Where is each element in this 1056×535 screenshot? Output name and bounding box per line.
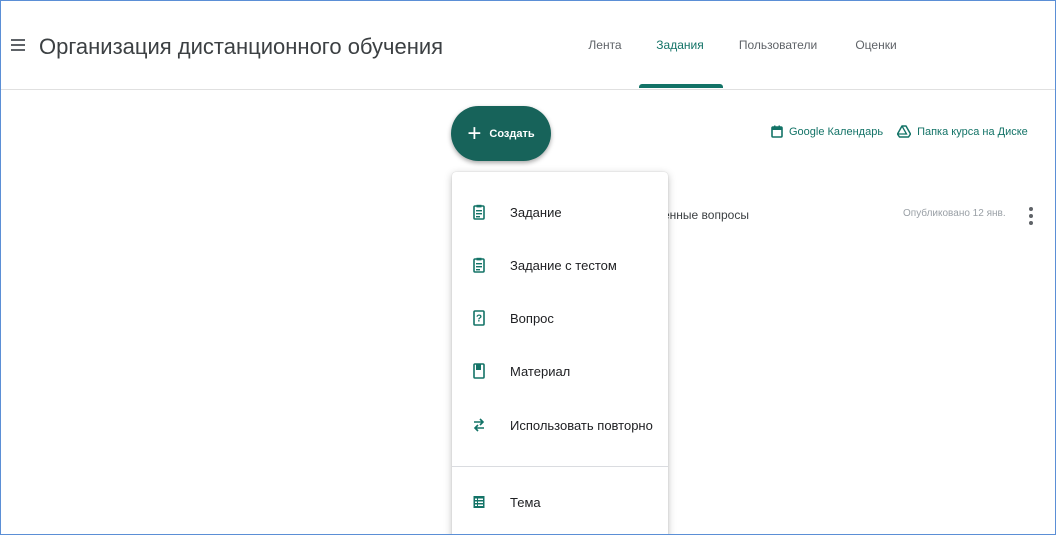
menu-item-quiz-assignment[interactable]: Задание с тестом (452, 243, 668, 287)
menu-item-topic[interactable]: Тема (452, 480, 668, 524)
tab-classwork[interactable]: Задания (647, 1, 713, 89)
svg-text:?: ? (476, 314, 482, 325)
menu-item-label: Использовать повторно (510, 417, 653, 433)
menu-item-question[interactable]: ? Вопрос (452, 296, 668, 340)
menu-item-label: Задание с тестом (510, 257, 617, 273)
tab-stream[interactable]: Лента (583, 1, 627, 89)
course-drive-folder-link[interactable]: Папка курса на Диске (897, 125, 1028, 138)
create-menu: Задание Задание с тестом ? Вопрос Матери… (452, 172, 668, 534)
topic-icon (472, 493, 486, 511)
create-button[interactable]: + Создать (451, 106, 551, 161)
calendar-icon (771, 125, 783, 138)
menu-divider (452, 466, 668, 467)
menu-item-material[interactable]: Материал (452, 349, 668, 393)
class-title[interactable]: Организация дистанционного обучения (39, 34, 443, 60)
reuse-icon (472, 416, 486, 434)
menu-item-label: Вопрос (510, 310, 554, 326)
hamburger-menu-icon[interactable] (11, 39, 25, 51)
menu-item-label: Материал (510, 363, 571, 379)
menu-item-label: Тема (510, 494, 541, 510)
google-calendar-link[interactable]: Google Календарь (771, 125, 883, 138)
question-icon: ? (472, 309, 486, 327)
post-title[interactable]: енные вопросы (663, 208, 749, 222)
quiz-assignment-icon (472, 256, 486, 274)
tab-people[interactable]: Пользователи (733, 1, 823, 89)
tab-grades[interactable]: Оценки (849, 1, 903, 89)
menu-item-reuse[interactable]: Использовать повторно (452, 403, 668, 447)
course-drive-folder-label: Папка курса на Диске (917, 125, 1028, 138)
post-published-date: Опубликовано 12 янв. (903, 208, 1006, 219)
menu-item-label: Задание (510, 204, 562, 220)
google-drive-icon (897, 125, 912, 138)
classwork-links: Google Календарь Папка курса на Диске (771, 125, 1028, 138)
google-calendar-label: Google Календарь (789, 125, 884, 138)
more-options-icon[interactable] (1028, 207, 1034, 225)
create-button-label: Создать (489, 127, 535, 140)
plus-icon: + (467, 119, 482, 147)
classroom-window: Организация дистанционного обучения Лент… (0, 0, 1056, 535)
top-bar: Организация дистанционного обучения Лент… (1, 1, 1055, 90)
assignment-icon (472, 203, 486, 221)
active-tab-indicator (639, 84, 723, 88)
material-icon (472, 362, 486, 380)
menu-item-assignment[interactable]: Задание (452, 190, 668, 234)
